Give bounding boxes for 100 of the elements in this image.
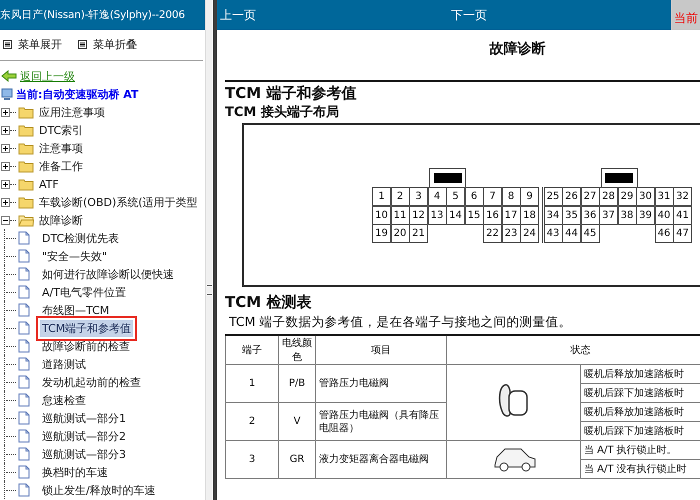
pin-number: 36 xyxy=(580,206,600,225)
tree-folder[interactable]: 准备工作 xyxy=(39,158,83,174)
tree-folder[interactable]: DTC索引 xyxy=(39,122,84,138)
list-icon xyxy=(78,40,87,48)
menu-link[interactable]: 菜单折叠 xyxy=(93,36,137,52)
tree-item[interactable]: DTC检测优先表 xyxy=(40,230,122,246)
pin-number: 24 xyxy=(520,224,539,244)
folder-icon xyxy=(18,160,34,172)
pin-number: 13 xyxy=(428,206,446,225)
column-header: 电线颜色 xyxy=(278,335,316,364)
tree-item[interactable]: 道路测试 xyxy=(40,356,88,372)
table-cell: V xyxy=(278,402,316,440)
document-icon xyxy=(18,393,30,407)
tree-item[interactable]: A/T电气零件位置 xyxy=(40,284,128,300)
pin-number: 14 xyxy=(446,206,465,225)
pin-number: 20 xyxy=(390,224,410,244)
pin-number: 5 xyxy=(446,187,465,206)
subsection-heading: TCM 接头端子布局 xyxy=(225,104,340,121)
pin-number: 31 xyxy=(654,187,674,206)
pin-number: 32 xyxy=(673,187,692,206)
pin-number: 12 xyxy=(409,206,428,225)
pin-number: 34 xyxy=(544,206,562,225)
tree-folder[interactable]: 应用注意事项 xyxy=(39,104,105,120)
back-link[interactable]: 返回上一级 xyxy=(20,68,75,84)
folder-icon xyxy=(18,106,34,118)
document-icon xyxy=(18,249,30,263)
section-heading: TCM 端子和参考值 xyxy=(225,84,358,103)
tree-item[interactable]: 故障诊断前的检查 xyxy=(40,338,132,354)
pin-number: 38 xyxy=(618,206,636,225)
folder-icon xyxy=(18,214,34,226)
pin-number: 43 xyxy=(544,224,562,244)
page-title: 故障诊断 xyxy=(488,40,546,59)
document-icon xyxy=(18,429,30,443)
note-text: TCM 端子数据为参考值，是在各端子与接地之间的测量值。 xyxy=(229,314,572,331)
pin-number: 3 xyxy=(409,187,428,206)
current-page-label: 当前 xyxy=(671,0,700,30)
tree-item[interactable]: 布线图—TCM xyxy=(40,302,112,318)
back-arrow-icon xyxy=(1,70,17,82)
tree-item[interactable]: 巡航测试—部分2 xyxy=(40,428,128,444)
pin-number: 27 xyxy=(580,187,600,206)
document-icon xyxy=(18,267,30,281)
connector-latch xyxy=(600,168,638,188)
tree-item[interactable]: 锁止发生/释放时的车速 xyxy=(40,482,158,498)
pin-number: 4 xyxy=(428,187,446,206)
pin-number: 39 xyxy=(636,206,655,225)
column-header: 项目 xyxy=(316,335,446,364)
folder-icon xyxy=(18,142,34,154)
collapse-icon[interactable] xyxy=(1,216,10,224)
pin-number: 25 xyxy=(544,187,562,206)
document-icon xyxy=(18,447,30,461)
expand-icon[interactable] xyxy=(1,162,10,170)
expand-icon[interactable] xyxy=(1,180,10,188)
document-icon xyxy=(18,483,30,497)
document-icon xyxy=(18,357,30,371)
tree-item[interactable]: 如何进行故障诊断以便快速 xyxy=(40,266,176,282)
expand-icon[interactable] xyxy=(1,144,10,152)
document-icon xyxy=(18,231,30,245)
section-heading: TCM 检测表 xyxy=(225,293,312,312)
pin-number: 35 xyxy=(562,206,581,225)
next-page-link[interactable]: 下一页 xyxy=(451,6,487,24)
pin-number: 40 xyxy=(654,206,674,225)
tree-item[interactable]: 换档时的车速 xyxy=(40,464,110,480)
tree-item[interactable]: 巡航测试—部分3 xyxy=(40,446,128,462)
tree-item[interactable]: 怠速检查 xyxy=(40,392,88,408)
expand-icon[interactable] xyxy=(1,108,10,116)
pin-number: 19 xyxy=(372,224,391,244)
pin-number: 15 xyxy=(464,206,484,225)
pin-number: 16 xyxy=(483,206,502,225)
menu-link[interactable]: 菜单展开 xyxy=(18,36,62,52)
tree-item[interactable]: TCM端子和参考值 xyxy=(40,320,134,336)
document-icon xyxy=(18,303,30,317)
pin-number: 7 xyxy=(483,187,502,206)
previous-page-link[interactable]: 上一页 xyxy=(220,6,256,24)
pin-number: 41 xyxy=(673,206,692,225)
folder-icon xyxy=(18,124,34,136)
scrollbar[interactable] xyxy=(205,0,213,500)
expand-icon[interactable] xyxy=(1,198,10,206)
pin-number: 21 xyxy=(409,224,428,244)
table-cell: P/B xyxy=(278,364,316,402)
tree-item[interactable]: 发动机起动前的检查 xyxy=(40,374,143,390)
tree-item[interactable]: "安全—失效" xyxy=(40,248,110,264)
column-header: 端子 xyxy=(226,335,278,364)
tree-folder[interactable]: ATF xyxy=(39,178,59,190)
tree-folder[interactable]: 车载诊断(OBD)系统(适用于类型 xyxy=(39,194,198,210)
tree-item[interactable]: 巡航测试—部分1 xyxy=(40,410,128,426)
pin-number: 2 xyxy=(390,187,410,206)
table-cell: GR xyxy=(278,440,316,478)
tree-folder[interactable]: 故障诊断 xyxy=(39,212,83,228)
pin-number: 9 xyxy=(520,187,539,206)
pin-number: 45 xyxy=(580,224,600,244)
pin-number: 10 xyxy=(372,206,391,225)
table-cell: 1 xyxy=(226,364,278,402)
document-icon xyxy=(18,285,30,299)
tree-folder[interactable]: 注意事项 xyxy=(39,140,83,156)
expand-icon[interactable] xyxy=(1,126,10,134)
pin-number: 37 xyxy=(599,206,618,225)
document-icon xyxy=(18,375,30,389)
table-cell: 3 xyxy=(226,440,278,478)
pin-number: 30 xyxy=(636,187,655,206)
list-icon xyxy=(3,40,12,48)
